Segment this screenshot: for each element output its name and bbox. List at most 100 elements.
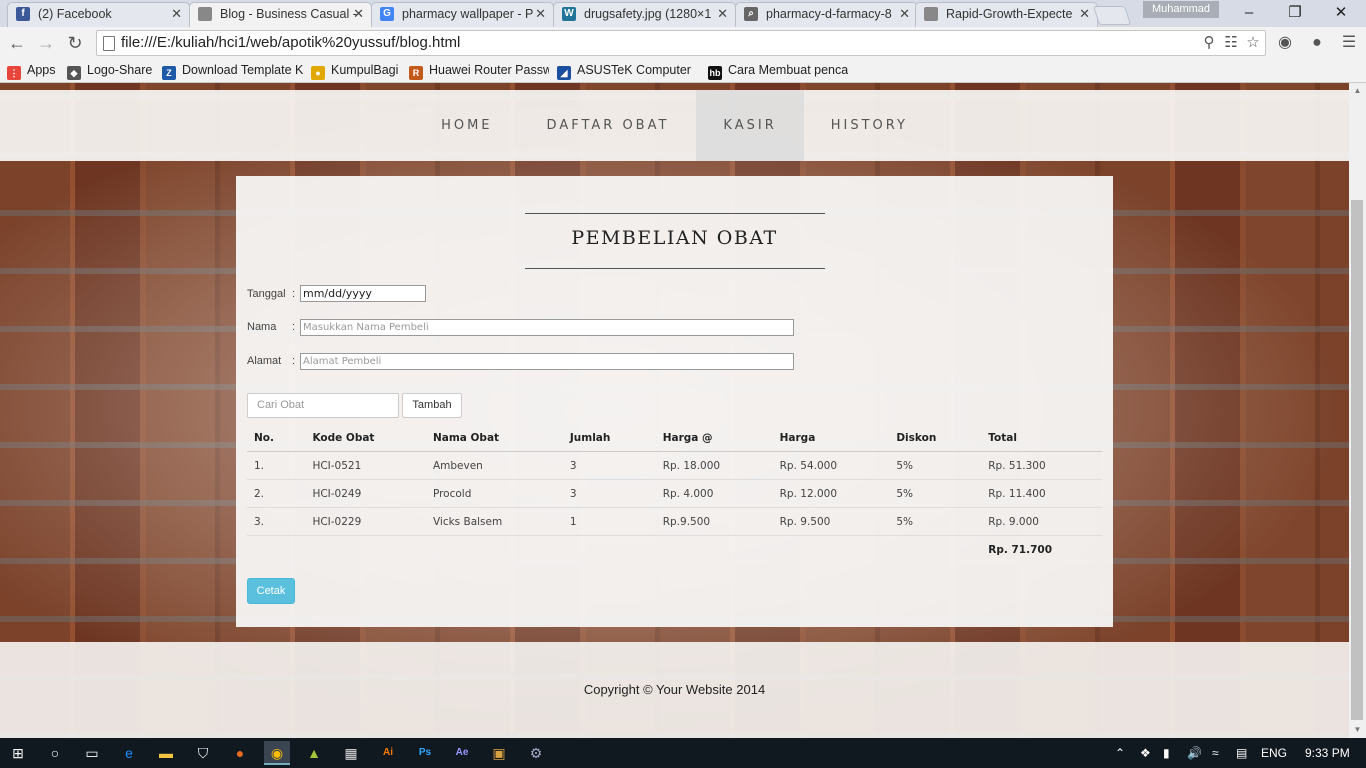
tab-6[interactable]: Rapid-Growth-Expecte ✕: [915, 2, 1098, 27]
tab-title: Rapid-Growth-Expecte: [946, 7, 1073, 21]
tab-close-icon[interactable]: ✕: [899, 3, 910, 25]
wifi-icon[interactable]: ≈: [1212, 738, 1219, 768]
bookmark-6[interactable]: ◢ ASUSTeK Computer In: [557, 59, 695, 82]
table-cell: 1: [562, 507, 656, 536]
settings-icon[interactable]: ⚙: [523, 741, 549, 765]
film-icon[interactable]: ▦: [338, 741, 364, 765]
after-effects-icon[interactable]: Ae: [449, 741, 475, 765]
store-icon[interactable]: ⛉: [190, 741, 216, 765]
nama-input[interactable]: Masukkan Nama Pembeli: [300, 319, 794, 336]
bookmark-star-icon[interactable]: ☆: [1243, 33, 1263, 53]
nav-home[interactable]: HOME: [414, 90, 519, 161]
scroll-down-icon[interactable]: ▼: [1349, 722, 1366, 738]
new-tab-button[interactable]: [1092, 6, 1132, 25]
bookmark-1[interactable]: ⋮ Apps: [7, 59, 62, 82]
illustrator-icon[interactable]: Ai: [375, 741, 401, 765]
minimize-icon[interactable]: –: [1226, 2, 1272, 24]
volume-icon[interactable]: 🔊: [1187, 738, 1202, 768]
add-button[interactable]: Tambah: [402, 393, 462, 418]
kumpulbagi-icon: ●: [311, 66, 325, 80]
tab-close-icon[interactable]: ✕: [353, 3, 364, 25]
page-icon: [924, 7, 938, 21]
battery-icon[interactable]: ▮: [1163, 738, 1170, 768]
google-icon: G: [380, 7, 394, 21]
menu-icon[interactable]: ☰: [1337, 31, 1361, 55]
column-header: Harga: [772, 424, 890, 452]
table-cell: Rp. 18.000: [655, 451, 773, 480]
tab-4[interactable]: Wdrugsafety.jpg (1280×1 ✕: [553, 2, 736, 27]
table-cell: HCI-0521: [305, 451, 426, 480]
tab-2[interactable]: Blog - Business Casual - ✕: [189, 2, 372, 27]
huawei-icon: R: [409, 66, 423, 80]
address-bar[interactable]: file:///E:/kuliah/hci1/web/apotik%20yuss…: [96, 30, 1266, 56]
show-hidden-icons-icon[interactable]: ⌃: [1115, 738, 1125, 768]
alamat-input[interactable]: Alamat Pembeli: [300, 353, 794, 370]
cortana-icon[interactable]: ○: [42, 741, 68, 765]
table-cell: Rp. 9.000: [981, 507, 1102, 536]
table-row: 1. HCI-0521 Ambeven 3 Rp. 18.000 Rp. 54.000 5%…: [247, 451, 1102, 480]
tanggal-date-input[interactable]: mm/dd/yyyy: [300, 285, 426, 302]
bookmark-5[interactable]: R Huawei Router Passw: [409, 59, 549, 82]
table-cell: 2.: [247, 479, 306, 508]
page-scrollbar[interactable]: ▲ ▼: [1349, 83, 1366, 738]
wordpress-icon: W: [562, 7, 576, 21]
url-text[interactable]: file:///E:/kuliah/hci1/web/apotik%20yuss…: [121, 31, 460, 55]
task-view-icon[interactable]: ▭: [79, 741, 105, 765]
windows-start-icon[interactable]: ⊞: [5, 741, 31, 765]
copyright-text: Copyright © Your Website 2014: [583, 682, 766, 697]
empty-cell: [773, 536, 890, 564]
back-icon[interactable]: ←: [5, 31, 29, 55]
edge-icon[interactable]: e: [116, 741, 142, 765]
bookmark-4[interactable]: ● KumpulBagi: [311, 59, 403, 82]
dropbox-icon[interactable]: ❖: [1140, 738, 1151, 768]
scrollbar-thumb[interactable]: [1351, 200, 1363, 720]
bookmark-label: Apps: [27, 63, 56, 77]
bookmark-label: Logo-Share: [87, 63, 153, 77]
file-explorer-icon[interactable]: ▬: [153, 741, 179, 765]
translate-icon[interactable]: ☷: [1221, 33, 1241, 53]
nav-history[interactable]: HISTORY: [804, 90, 935, 161]
restore-icon[interactable]: ❐: [1272, 2, 1318, 24]
profile-button[interactable]: Muhammad: [1143, 1, 1219, 18]
tab-close-icon[interactable]: ✕: [535, 3, 546, 25]
print-button[interactable]: Cetak: [247, 578, 295, 604]
page-title: PEMBELIAN OBAT: [571, 227, 778, 249]
search-medicine-input[interactable]: Cari Obat: [247, 393, 399, 418]
tab-5[interactable]: ⌕ pharmacy-d-farmacy-8 ✕: [735, 2, 918, 27]
nav-daftar-obat[interactable]: DAFTAR OBAT: [520, 90, 697, 161]
bookmark-2[interactable]: ◆ Logo-Share: [67, 59, 157, 82]
table-cell: Rp. 51.300: [981, 451, 1102, 480]
clock[interactable]: 9:33 PM: [1305, 738, 1350, 768]
bookmark-7[interactable]: hb Cara Membuat penca: [708, 59, 848, 82]
close-window-icon[interactable]: ✕: [1318, 2, 1364, 24]
archive-icon[interactable]: ▣: [486, 741, 512, 765]
table-cell: Rp. 11.400: [981, 479, 1102, 508]
tab-3[interactable]: Gpharmacy wallpaper - P ✕: [371, 2, 554, 27]
language-indicator[interactable]: ENG: [1261, 738, 1287, 768]
reload-icon[interactable]: ↻: [63, 31, 87, 55]
tab-close-icon[interactable]: ✕: [1079, 3, 1090, 25]
nav-kasir[interactable]: KASIR: [696, 90, 804, 161]
grand-total: Rp. 71.700: [988, 543, 1053, 556]
forward-icon[interactable]: →: [34, 31, 58, 55]
table-cell: 1.: [247, 451, 306, 480]
grand-total-row: Rp. 71.700: [247, 536, 1102, 564]
scroll-up-icon[interactable]: ▲: [1349, 83, 1366, 99]
table-cell: Rp. 12.000: [772, 479, 890, 508]
photoshop-icon[interactable]: Ps: [412, 741, 438, 765]
tab-close-icon[interactable]: ✕: [171, 3, 182, 25]
facebook-icon: f: [16, 7, 30, 21]
tab-close-icon[interactable]: ✕: [717, 3, 728, 25]
android-studio-icon[interactable]: ▲: [301, 741, 327, 765]
extension-2-icon[interactable]: ●: [1305, 31, 1329, 55]
bookmark-3[interactable]: Z Download Template K: [162, 59, 304, 82]
zoom-icon[interactable]: ⚲: [1199, 33, 1219, 53]
firefox-icon[interactable]: ●: [227, 741, 253, 765]
empty-cell: [247, 536, 305, 564]
tab-1[interactable]: f (2) Facebook ✕: [7, 2, 190, 27]
extension-icon[interactable]: ◉: [1273, 31, 1297, 55]
site-navbar: HOME DAFTAR OBAT KASIR HISTORY: [0, 90, 1349, 161]
chrome-icon[interactable]: ◉: [264, 741, 290, 765]
template-icon: Z: [162, 66, 176, 80]
action-center-icon[interactable]: ▤: [1236, 738, 1247, 768]
